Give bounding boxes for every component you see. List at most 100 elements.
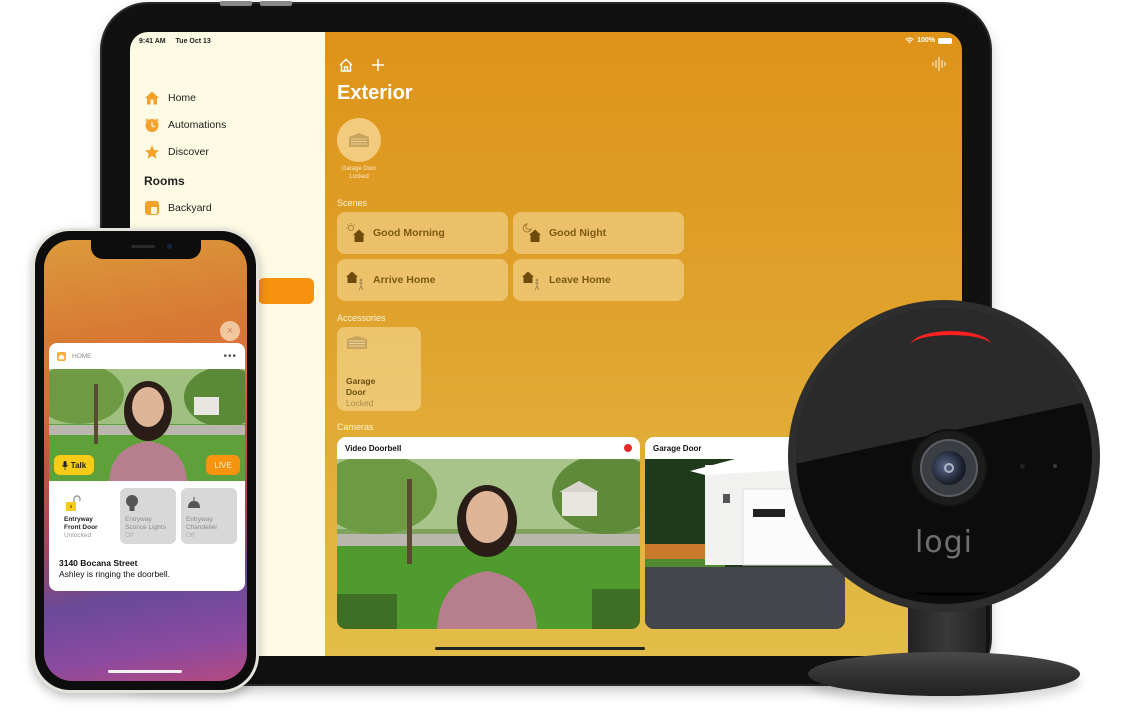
chandelier-icon	[186, 492, 232, 516]
tile-state: Off	[125, 532, 134, 539]
notification-video-feed: Talk LIVE	[49, 369, 245, 481]
add-button[interactable]	[369, 56, 387, 74]
camera-lens	[912, 431, 986, 505]
tile-chandelier[interactable]: Entryway Chandelier Off	[181, 488, 237, 544]
speaker-grille	[916, 588, 986, 596]
close-notification-button[interactable]: ×	[220, 321, 240, 341]
sidebar-item-label: Home	[168, 91, 197, 104]
camera-name: Video Doorbell	[345, 443, 402, 453]
status-bar-left: 9:41 AM Tue Oct 13	[139, 38, 219, 45]
lens-reflection	[944, 463, 954, 473]
garage-door-icon	[347, 336, 367, 349]
home-indicator	[435, 647, 645, 650]
tile-name-line: Front Door	[64, 524, 98, 531]
doorbell-notification[interactable]: HOME ••• Talk LIVE Entryway Front Door U…	[49, 343, 245, 591]
camera-name: Garage Door	[653, 443, 702, 453]
speaker-grille	[130, 245, 155, 248]
sidebar-room-backyard[interactable]: Backyard	[144, 200, 212, 216]
sidebar-item-home[interactable]: Home	[144, 84, 226, 111]
talk-button[interactable]: Talk	[54, 455, 94, 475]
sidebar-item-automations[interactable]: Automations	[144, 111, 226, 138]
leave-home-icon	[522, 271, 540, 291]
logi-camera: logi	[788, 300, 1100, 612]
lightbulb-icon	[125, 492, 171, 516]
ipad-volume-button	[260, 1, 292, 6]
accessory-tile-garage-door[interactable]: Garage Door Locked	[337, 327, 421, 411]
recording-indicator	[624, 444, 632, 452]
microphone-hole	[1053, 464, 1057, 468]
tile-name-line: Sconce Lights	[125, 524, 166, 531]
lens-glass	[932, 451, 966, 485]
house-icon	[144, 90, 160, 106]
doorbell-camera-feed	[337, 454, 640, 629]
scene-arrive-home[interactable]: Arrive Home	[337, 259, 508, 301]
tile-sconce-lights[interactable]: Entryway Sconce Lights Off	[120, 488, 176, 544]
camera-face: logi	[796, 308, 1092, 604]
tile-state: Off	[186, 532, 195, 539]
tile-name-line: Chandelier	[186, 524, 218, 531]
cameras-heading: Cameras	[337, 422, 374, 432]
scene-good-night[interactable]: Good Night	[513, 212, 684, 254]
scene-leave-home[interactable]: Leave Home	[513, 259, 684, 301]
scene-label: Good Night	[549, 227, 607, 239]
house-outline-icon	[339, 58, 353, 72]
camera-header: Video Doorbell	[337, 437, 640, 459]
more-options-button[interactable]: •••	[223, 351, 237, 362]
iphone-device: × HOME ••• Talk LIVE Entryway Front Door…	[32, 228, 259, 693]
arrive-home-icon	[346, 271, 364, 291]
tile-front-door-lock[interactable]: Entryway Front Door Unlocked	[59, 488, 115, 544]
ipad-volume-button	[220, 1, 252, 6]
scene-label: Leave Home	[549, 274, 611, 286]
toolbar	[337, 56, 387, 74]
battery-icon	[938, 37, 952, 44]
star-icon	[144, 144, 160, 160]
notification-header: HOME •••	[49, 343, 245, 369]
unlocked-icon	[64, 492, 110, 516]
sidebar-item-discover[interactable]: Discover	[144, 138, 226, 165]
iphone-notch	[90, 240, 201, 259]
accessory-state: Locked	[346, 398, 374, 408]
sun-house-icon	[346, 223, 365, 242]
iphone-screen: × HOME ••• Talk LIVE Entryway Front Door…	[44, 240, 247, 681]
accessory-tiles: Entryway Front Door Unlocked Entryway Sc…	[49, 481, 245, 544]
favorite-accessory-button[interactable]	[337, 118, 381, 162]
tile-state: Unlocked	[64, 532, 92, 539]
favorite-accessory-garage-door[interactable]: Garage Door Locked	[337, 118, 381, 181]
live-badge[interactable]: LIVE	[206, 455, 240, 475]
wifi-icon	[905, 37, 914, 43]
room-icon	[144, 200, 160, 216]
front-camera	[166, 244, 172, 249]
favorite-name: Garage Door	[341, 166, 377, 172]
sidebar-item-label: Backyard	[168, 202, 212, 214]
talk-label: Talk	[70, 460, 87, 470]
scenes-grid: Good Morning Good Night Arrive Home Leav…	[337, 212, 684, 301]
status-time: 9:41 AM	[139, 38, 166, 45]
home-indicator	[108, 670, 182, 673]
selected-room-highlight[interactable]	[258, 278, 314, 304]
siri-waveform-icon[interactable]	[932, 56, 946, 72]
status-date: Tue Oct 13	[175, 38, 211, 45]
iphone-bezel: × HOME ••• Talk LIVE Entryway Front Door…	[35, 231, 256, 690]
home-settings-button[interactable]	[337, 56, 355, 74]
rooms-heading: Rooms	[144, 174, 185, 188]
garage-door-icon	[349, 133, 369, 147]
accessory-name-line: Garage	[346, 376, 376, 386]
tile-name-line: Entryway	[186, 516, 213, 523]
sidebar-item-label: Automations	[168, 118, 227, 131]
accessory-name-line: Door	[346, 387, 366, 397]
moon-house-icon	[522, 223, 541, 242]
page-title: Exterior	[337, 82, 413, 104]
microphone-icon	[61, 460, 68, 470]
notification-message: Ashley is ringing the doorbell.	[59, 569, 171, 579]
camera-tile-video-doorbell[interactable]: Video Doorbell	[337, 437, 640, 629]
tile-name-line: Entryway	[125, 516, 152, 523]
scene-good-morning[interactable]: Good Morning	[337, 212, 508, 254]
home-app-icon	[57, 351, 66, 361]
status-bar-right: 100%	[905, 37, 952, 44]
tile-name-line: Entryway	[64, 516, 93, 523]
clock-icon	[144, 117, 160, 133]
sidebar-nav: Home Automations Discover	[144, 84, 226, 165]
lens-housing	[920, 439, 978, 497]
battery-percent: 100%	[917, 37, 935, 44]
brand-logo: logi	[914, 525, 974, 560]
